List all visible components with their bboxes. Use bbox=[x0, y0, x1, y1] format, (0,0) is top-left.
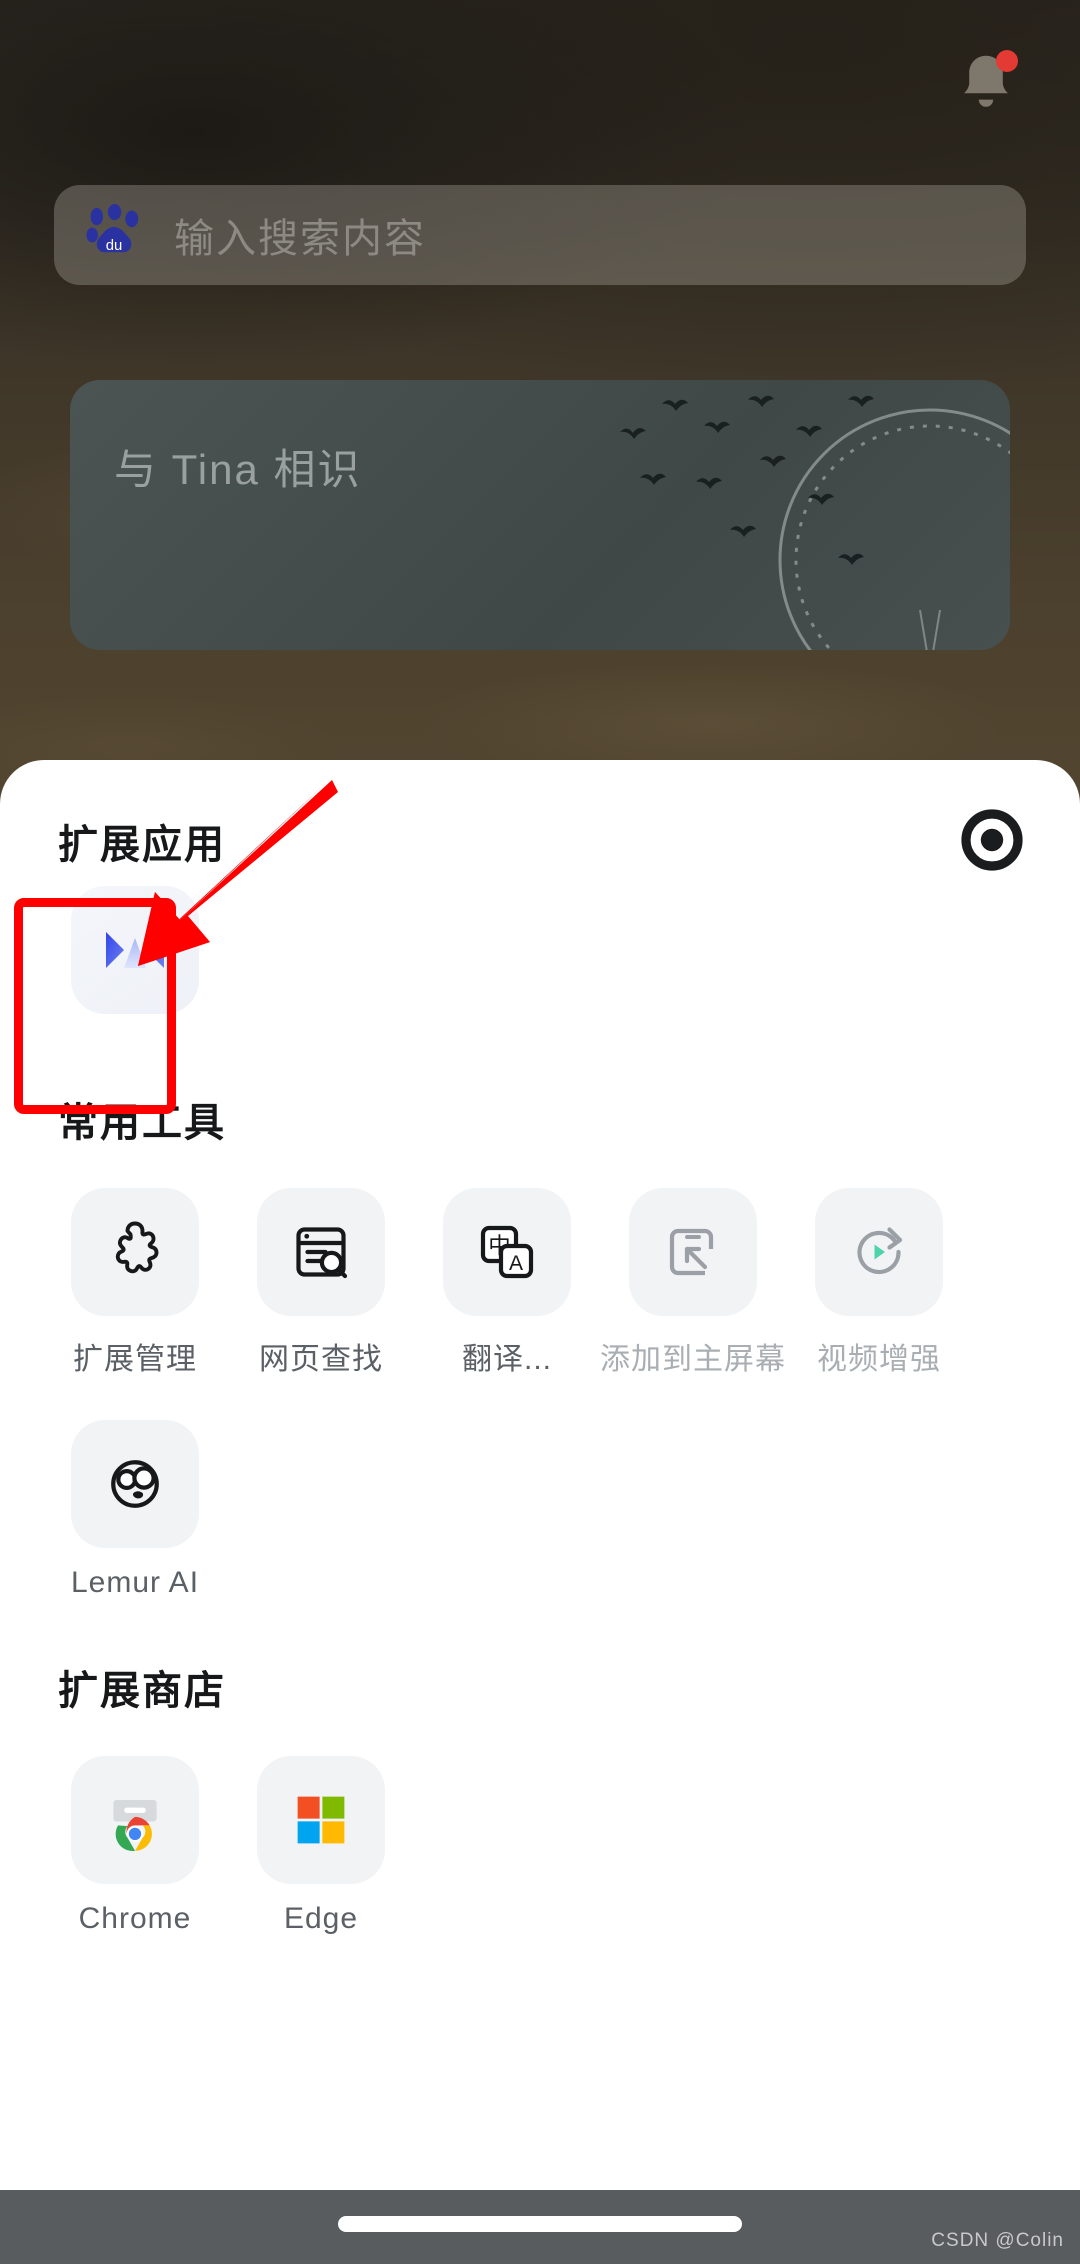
tool-icon-wrap bbox=[71, 1420, 199, 1548]
tool-tile-extension-manage[interactable]: 扩展管理 bbox=[42, 1188, 228, 1378]
store-icon-wrap bbox=[71, 1756, 199, 1884]
video-boost-icon bbox=[857, 1227, 903, 1274]
tool-tile-video-boost[interactable]: 视频增强 bbox=[786, 1188, 972, 1378]
notification-bell-button[interactable] bbox=[950, 46, 1022, 128]
add-to-homescreen-icon bbox=[669, 1228, 714, 1276]
system-gesture-bar: CSDN @Colin bbox=[0, 2190, 1080, 2264]
sheet-title: 扩展应用 bbox=[58, 823, 226, 867]
search-bar[interactable]: du 输入搜索内容 bbox=[54, 185, 1026, 285]
tool-tile-add-to-homescreen[interactable]: 添加到主屏幕 bbox=[600, 1188, 786, 1378]
extension-apps-grid bbox=[0, 886, 1080, 1032]
promo-card-title: 与 Tina 相识 bbox=[114, 446, 362, 493]
store-tile-chrome[interactable]: Chrome bbox=[42, 1756, 228, 1936]
tool-label: 翻译... bbox=[461, 1343, 552, 1376]
lemur-face-icon bbox=[111, 1460, 159, 1508]
extensions-bottom-sheet: 扩展应用 常用工具 扩展管理 网页查找 中 A 翻译... 添加到主屏幕 视频增… bbox=[0, 760, 1080, 2190]
tool-tile-page-search[interactable]: 网页查找 bbox=[228, 1188, 414, 1378]
store-label: Edge bbox=[283, 1902, 359, 1935]
section-title-common-tools: 常用工具 bbox=[58, 1101, 226, 1145]
extension-app-tile[interactable] bbox=[42, 886, 228, 1032]
puzzle-piece-icon bbox=[115, 1221, 159, 1274]
tool-label: 视频增强 bbox=[817, 1343, 941, 1376]
extension-store-grid: Chrome Edge bbox=[0, 1756, 1080, 1944]
tool-label: 添加到主屏幕 bbox=[600, 1343, 786, 1376]
store-label: Chrome bbox=[78, 1902, 192, 1935]
tool-label: 扩展管理 bbox=[73, 1343, 197, 1376]
tool-icon-wrap bbox=[629, 1188, 757, 1316]
record-target-icon[interactable] bbox=[960, 808, 1024, 872]
tool-tile-translate[interactable]: 中 A 翻译... bbox=[414, 1188, 600, 1378]
birds-and-compass-illustration bbox=[620, 395, 1010, 650]
svg-text:A: A bbox=[509, 1252, 523, 1275]
search-input-placeholder[interactable]: 输入搜索内容 bbox=[174, 206, 426, 264]
store-icon-wrap bbox=[257, 1756, 385, 1884]
microsoft-store-icon bbox=[297, 1796, 345, 1844]
notification-badge-dot bbox=[996, 50, 1018, 72]
tool-label: Lemur AI bbox=[70, 1566, 200, 1599]
translate-icon: 中 A bbox=[480, 1225, 534, 1279]
common-tools-grid: 扩展管理 网页查找 中 A 翻译... 添加到主屏幕 视频增强 Lemur AI bbox=[0, 1188, 1080, 1608]
watermark-text: CSDN @Colin bbox=[931, 2230, 1064, 2251]
section-title-extension-store: 扩展商店 bbox=[58, 1669, 226, 1713]
blue-bowtie-extension-icon bbox=[106, 932, 164, 968]
extension-app-icon-wrap bbox=[71, 886, 199, 1014]
tool-icon-wrap bbox=[815, 1188, 943, 1316]
baidu-paw-icon: du bbox=[86, 204, 139, 254]
page-search-icon bbox=[296, 1227, 348, 1279]
sheet-header: 扩展应用 bbox=[0, 760, 1080, 880]
tool-icon-wrap bbox=[257, 1188, 385, 1316]
home-indicator[interactable] bbox=[338, 2216, 742, 2232]
store-tile-edge[interactable]: Edge bbox=[228, 1756, 414, 1936]
tool-icon-wrap bbox=[71, 1188, 199, 1316]
promo-card-tina[interactable]: 与 Tina 相识 bbox=[70, 380, 1010, 650]
chrome-web-store-icon bbox=[113, 1799, 157, 1851]
tool-tile-lemur-ai[interactable]: Lemur AI bbox=[42, 1420, 228, 1600]
tool-label: 网页查找 bbox=[259, 1343, 383, 1376]
svg-text:du: du bbox=[106, 237, 123, 254]
tool-icon-wrap: 中 A bbox=[443, 1188, 571, 1316]
